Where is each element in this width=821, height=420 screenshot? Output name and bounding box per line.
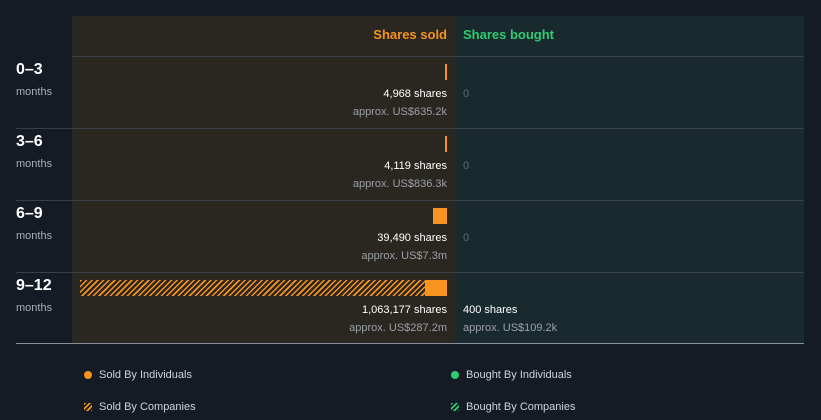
sold-shares-value: 1,063,177 shares xyxy=(361,304,447,316)
sold-individuals-dot-icon xyxy=(84,371,92,379)
sold-companies-hatch-icon xyxy=(84,403,92,411)
period-unit: months xyxy=(16,302,53,314)
period-label: 6–9 xyxy=(16,205,43,222)
bought-zero-value: 0 xyxy=(463,88,470,100)
legend-bought-companies: Bought By Companies xyxy=(451,401,575,413)
row-divider xyxy=(16,200,804,201)
bought-individuals-dot-icon xyxy=(451,371,459,379)
sold-shares-value: 39,490 shares xyxy=(377,232,447,244)
row-divider xyxy=(72,56,804,57)
sold-individuals-bar xyxy=(445,64,447,80)
period-unit: months xyxy=(16,86,53,98)
period-label: 0–3 xyxy=(16,61,43,78)
sold-approx-value: approx. US$836.3k xyxy=(352,178,447,190)
legend-bought-individuals: Bought By Individuals xyxy=(451,369,572,381)
row-divider xyxy=(16,272,804,273)
legend-label: Bought By Companies xyxy=(466,401,576,413)
sold-individuals-bar xyxy=(445,136,447,152)
bought-zero-value: 0 xyxy=(463,160,470,172)
period-unit: months xyxy=(16,158,53,170)
sold-approx-value: approx. US$635.2k xyxy=(352,106,447,118)
period-label: 9–12 xyxy=(16,277,52,294)
legend-sold-companies: Sold By Companies xyxy=(84,401,196,413)
sold-individuals-bar xyxy=(425,280,447,296)
legend-label: Sold By Companies xyxy=(99,401,196,413)
bought-approx-value: approx. US$109.2k xyxy=(463,322,558,334)
period-label: 3–6 xyxy=(16,133,43,150)
sold-approx-value: approx. US$287.2m xyxy=(349,322,447,334)
sold-individuals-bar xyxy=(433,208,447,224)
legend-label: Sold By Individuals xyxy=(99,369,192,381)
sold-shares-value: 4,968 shares xyxy=(383,88,447,100)
legend-sold-individuals: Sold By Individuals xyxy=(84,369,192,381)
sold-companies-bar xyxy=(80,280,426,296)
shares-bought-header: Shares bought xyxy=(463,27,555,42)
chart-baseline xyxy=(16,343,804,344)
bought-zero-value: 0 xyxy=(463,232,470,244)
period-unit: months xyxy=(16,230,53,242)
bought-panel xyxy=(455,16,804,344)
sold-approx-value: approx. US$7.3m xyxy=(361,250,447,262)
row-divider xyxy=(16,128,804,129)
sold-shares-value: 4,119 shares xyxy=(384,160,447,172)
bought-shares-value: 400 shares xyxy=(463,304,518,316)
bought-companies-hatch-icon xyxy=(451,403,459,411)
legend-label: Bought By Individuals xyxy=(466,369,572,381)
shares-sold-header: Shares sold xyxy=(373,27,447,42)
